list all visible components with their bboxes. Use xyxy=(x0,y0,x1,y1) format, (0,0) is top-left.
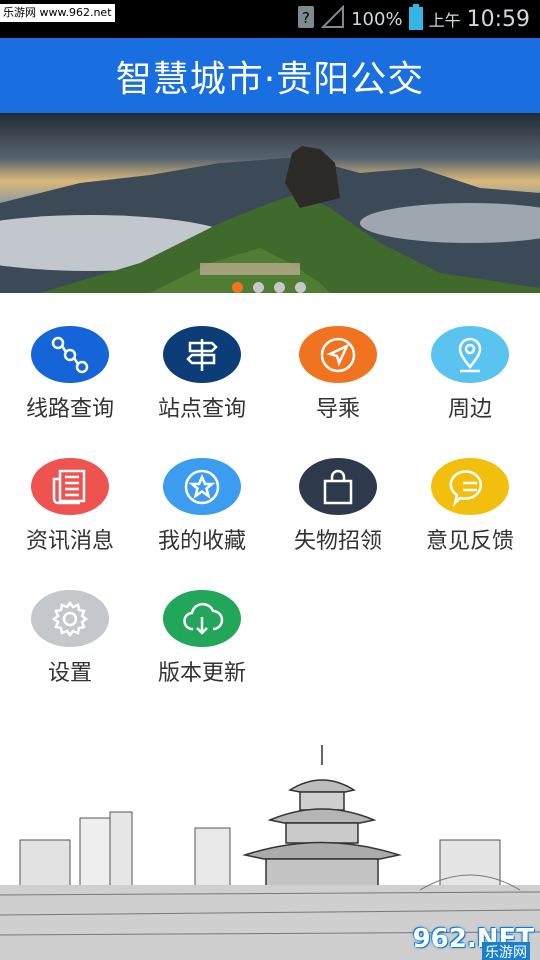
banner-landscape-image xyxy=(0,113,540,293)
menu-label: 设置 xyxy=(47,661,92,686)
menu-version-update[interactable]: 版本更新 xyxy=(136,557,268,687)
gear-icon xyxy=(31,590,109,647)
menu-nearby[interactable]: 周边 xyxy=(404,293,536,423)
menu-label: 导乘 xyxy=(315,397,360,422)
page-dot-4[interactable] xyxy=(295,282,306,293)
newspaper-icon xyxy=(31,458,109,515)
page-dot-2[interactable] xyxy=(253,282,264,293)
battery-icon xyxy=(408,4,423,34)
banner-page-indicator[interactable] xyxy=(232,282,306,293)
status-indicators: ? 100% 上午 10:59 xyxy=(297,0,530,38)
menu-news[interactable]: 资讯消息 xyxy=(4,425,136,555)
title-bar: 智慧城市·贵阳公交 xyxy=(0,38,540,113)
shopping-bag-icon xyxy=(299,458,377,515)
battery-percent: 100% xyxy=(351,8,403,30)
menu-label: 失物招领 xyxy=(293,529,382,554)
city-sketch-illustration: 962.NET 乐游网 xyxy=(0,720,540,960)
navigation-arrow-icon xyxy=(299,326,377,383)
banner-carousel[interactable] xyxy=(0,113,540,293)
menu-label: 线路查询 xyxy=(25,397,114,422)
menu-label: 周边 xyxy=(447,397,492,422)
menu-lost-found[interactable]: 失物招领 xyxy=(272,425,404,555)
menu-settings[interactable]: 设置 xyxy=(4,557,136,687)
route-icon xyxy=(31,326,109,383)
menu-label: 我的收藏 xyxy=(157,529,246,554)
menu-label: 版本更新 xyxy=(157,661,246,686)
watermark-label: 乐游网 www.962.net xyxy=(0,4,115,22)
site-watermark-sub: 乐游网 xyxy=(482,942,530,960)
star-icon xyxy=(163,458,241,515)
page-dot-1[interactable] xyxy=(232,282,243,293)
signpost-icon xyxy=(163,326,241,383)
cloud-download-icon xyxy=(163,590,241,647)
menu-label: 资讯消息 xyxy=(25,529,114,554)
status-bar: 乐游网 www.962.net ? 100% 上午 10:59 xyxy=(0,0,540,38)
chat-bubble-icon xyxy=(431,458,509,515)
menu-station-query[interactable]: 站点查询 xyxy=(136,293,268,423)
ampm-label: 上午 xyxy=(428,11,461,30)
menu-favorites[interactable]: 我的收藏 xyxy=(136,425,268,555)
page-dot-3[interactable] xyxy=(274,282,285,293)
svg-text:?: ? xyxy=(302,9,310,27)
menu-label: 意见反馈 xyxy=(425,529,514,554)
signal-icon xyxy=(320,4,345,33)
location-pin-icon xyxy=(431,326,509,383)
menu-feedback[interactable]: 意见反馈 xyxy=(404,425,536,555)
menu-guide[interactable]: 导乘 xyxy=(272,293,404,423)
page-title: 智慧城市·贵阳公交 xyxy=(115,58,425,100)
clock: 10:59 xyxy=(466,6,530,32)
menu-label: 站点查询 xyxy=(157,397,246,422)
menu-route-query[interactable]: 线路查询 xyxy=(4,293,136,423)
unknown-sim-icon: ? xyxy=(297,5,315,33)
